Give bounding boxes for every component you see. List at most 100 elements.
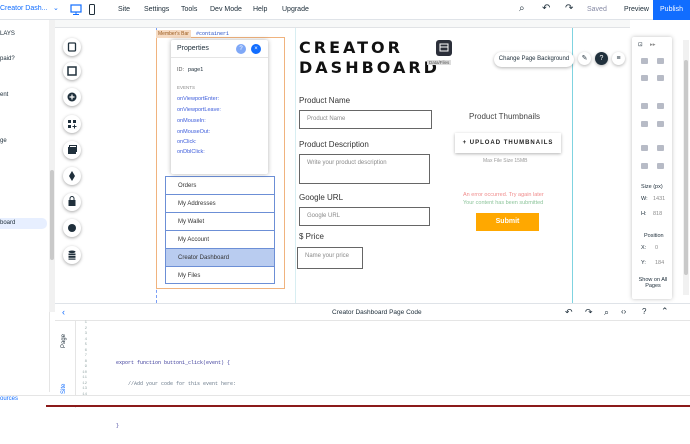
google-url-input[interactable]: Google URL (299, 207, 430, 226)
undo-icon[interactable]: ↶ (565, 307, 573, 318)
guide-line (295, 28, 296, 303)
submit-button[interactable]: Submit (476, 213, 539, 231)
align-icon[interactable] (657, 121, 664, 127)
event-item[interactable]: onViewportEnter: (177, 96, 219, 102)
product-name-label: Product Name (299, 96, 351, 105)
x-value[interactable]: 0 (655, 245, 658, 251)
menus-pages-icon[interactable] (63, 38, 81, 56)
product-description-input[interactable]: Write your product description (299, 154, 430, 184)
height-label: H: (641, 211, 647, 217)
flip-icon[interactable] (641, 163, 648, 169)
arrange-icon[interactable] (641, 103, 648, 109)
pen-icon[interactable]: ✎ (578, 52, 591, 65)
paste-icon[interactable] (657, 58, 664, 64)
help-icon[interactable]: ? (236, 44, 246, 54)
blog-pen-icon[interactable] (63, 167, 81, 185)
code-panel-title: Creator Dashboard Page Code (332, 309, 422, 316)
scroll-thumb[interactable] (684, 60, 688, 275)
tab-site[interactable]: Site (61, 384, 67, 394)
menu-help[interactable]: Help (253, 6, 267, 13)
redo-icon[interactable]: ↷ (585, 307, 593, 318)
zoom-icon[interactable]: ⌕ (604, 307, 609, 318)
event-item[interactable]: onMouseOut: (177, 129, 210, 135)
arrange-icon[interactable] (657, 103, 664, 109)
panel-header-icon[interactable]: ⊡ (638, 42, 643, 48)
add-icon[interactable] (63, 88, 81, 106)
help-icon[interactable]: ? (642, 307, 646, 316)
success-message: Your content has been submitted (463, 200, 544, 206)
duplicate-icon[interactable] (641, 75, 648, 81)
angle-icon[interactable] (657, 145, 664, 151)
menu-site[interactable]: Site (118, 6, 130, 13)
zoom-icon[interactable]: ⌕ (519, 3, 525, 14)
event-item[interactable]: onMouseIn: (177, 118, 206, 124)
redo-icon[interactable]: ↷ (565, 3, 573, 14)
chevron-left-icon[interactable]: ‹ (62, 307, 65, 317)
width-label: W: (641, 196, 648, 202)
upload-thumbnails-button[interactable]: + UPLOAD THUMBNAILS (455, 133, 561, 153)
layer-item[interactable]: ge (0, 138, 7, 144)
chat-icon[interactable] (63, 219, 81, 237)
code-format-icon[interactable]: ‹› (621, 307, 626, 316)
media-icon[interactable] (63, 141, 81, 159)
member-menu-item-wallet[interactable]: My Wallet (166, 213, 274, 231)
size-label: Size (px) (641, 184, 663, 190)
add-apps-icon[interactable] (63, 115, 81, 133)
tab-page[interactable]: Page (61, 334, 67, 348)
layer-item[interactable]: ent (0, 92, 8, 98)
member-menu-item-addresses[interactable]: My Addresses (166, 195, 274, 213)
show-on-all-pages-label: Show on All Pages (638, 277, 668, 289)
change-page-background-button[interactable]: Change Page Background (494, 52, 574, 67)
code-line: export function button1_click(event) { (116, 360, 231, 366)
publish-button[interactable]: Publish (653, 0, 690, 20)
page-selector[interactable]: Creator Dash... (0, 5, 52, 12)
product-name-input[interactable]: Product Name (299, 110, 432, 129)
close-icon[interactable]: × (251, 44, 261, 54)
inspector-panel: ⊡ ▸▸ Size (px) W: 1431 H: 818 Position X… (632, 37, 672, 299)
menu-upgrade[interactable]: Upgrade (282, 6, 309, 13)
rotate-icon[interactable] (641, 145, 648, 151)
flip-icon[interactable] (657, 163, 664, 169)
desktop-icon[interactable] (70, 3, 82, 16)
member-menu-item-account[interactable]: My Account (166, 231, 274, 249)
copy-icon[interactable] (641, 58, 648, 64)
chevron-down-icon[interactable]: ⌄ (53, 4, 59, 12)
preview-button[interactable]: Preview (624, 6, 649, 13)
member-menu-item-creator-dashboard[interactable]: Creator Dashboard (166, 249, 274, 267)
file-icon[interactable] (434, 38, 454, 58)
member-menu: Orders My Addresses My Wallet My Account… (165, 176, 275, 284)
guide-line (572, 28, 573, 303)
member-menu-item-orders[interactable]: Orders (166, 177, 274, 195)
layer-item[interactable]: paid? (0, 56, 15, 62)
database-icon[interactable] (63, 246, 81, 264)
help-icon[interactable]: ? (595, 52, 608, 65)
menu-tools[interactable]: Tools (181, 6, 197, 13)
height-value[interactable]: 818 (653, 211, 662, 217)
align-icon[interactable] (641, 121, 648, 127)
event-item[interactable]: onViewportLeave: (177, 107, 221, 113)
delete-icon[interactable] (657, 75, 664, 81)
database-icon[interactable]: ≡ (612, 52, 625, 65)
event-item[interactable]: onDblClick: (177, 149, 205, 155)
top-bar: Creator Dash... ⌄ Site Settings Tools De… (0, 0, 690, 20)
menu-settings[interactable]: Settings (144, 6, 169, 13)
background-icon[interactable] (63, 62, 81, 80)
scroll-thumb[interactable] (50, 170, 54, 260)
menu-dev-mode[interactable]: Dev Mode (210, 6, 242, 13)
max-file-size-text: Max File Size 15MB (483, 158, 528, 164)
event-item[interactable]: onClick: (177, 139, 197, 145)
canvas-scrollbar[interactable] (683, 40, 689, 295)
layer-item-selected[interactable]: board (0, 220, 15, 226)
member-menu-item-files[interactable]: My Files (166, 267, 274, 285)
undo-icon[interactable]: ↶ (542, 3, 550, 14)
sources-link[interactable]: ources (0, 396, 18, 402)
price-input[interactable]: Name your price (297, 247, 363, 269)
expand-icon[interactable]: ▸▸ (650, 42, 656, 48)
mobile-icon[interactable] (86, 3, 98, 16)
width-value[interactable]: 1431 (653, 196, 665, 202)
collapse-icon[interactable]: ⌃ (661, 306, 669, 317)
id-value[interactable]: page1 (188, 67, 203, 73)
container-id-tag: #container1 (196, 31, 230, 37)
store-bag-icon[interactable] (63, 193, 81, 211)
y-value[interactable]: 184 (655, 260, 664, 266)
